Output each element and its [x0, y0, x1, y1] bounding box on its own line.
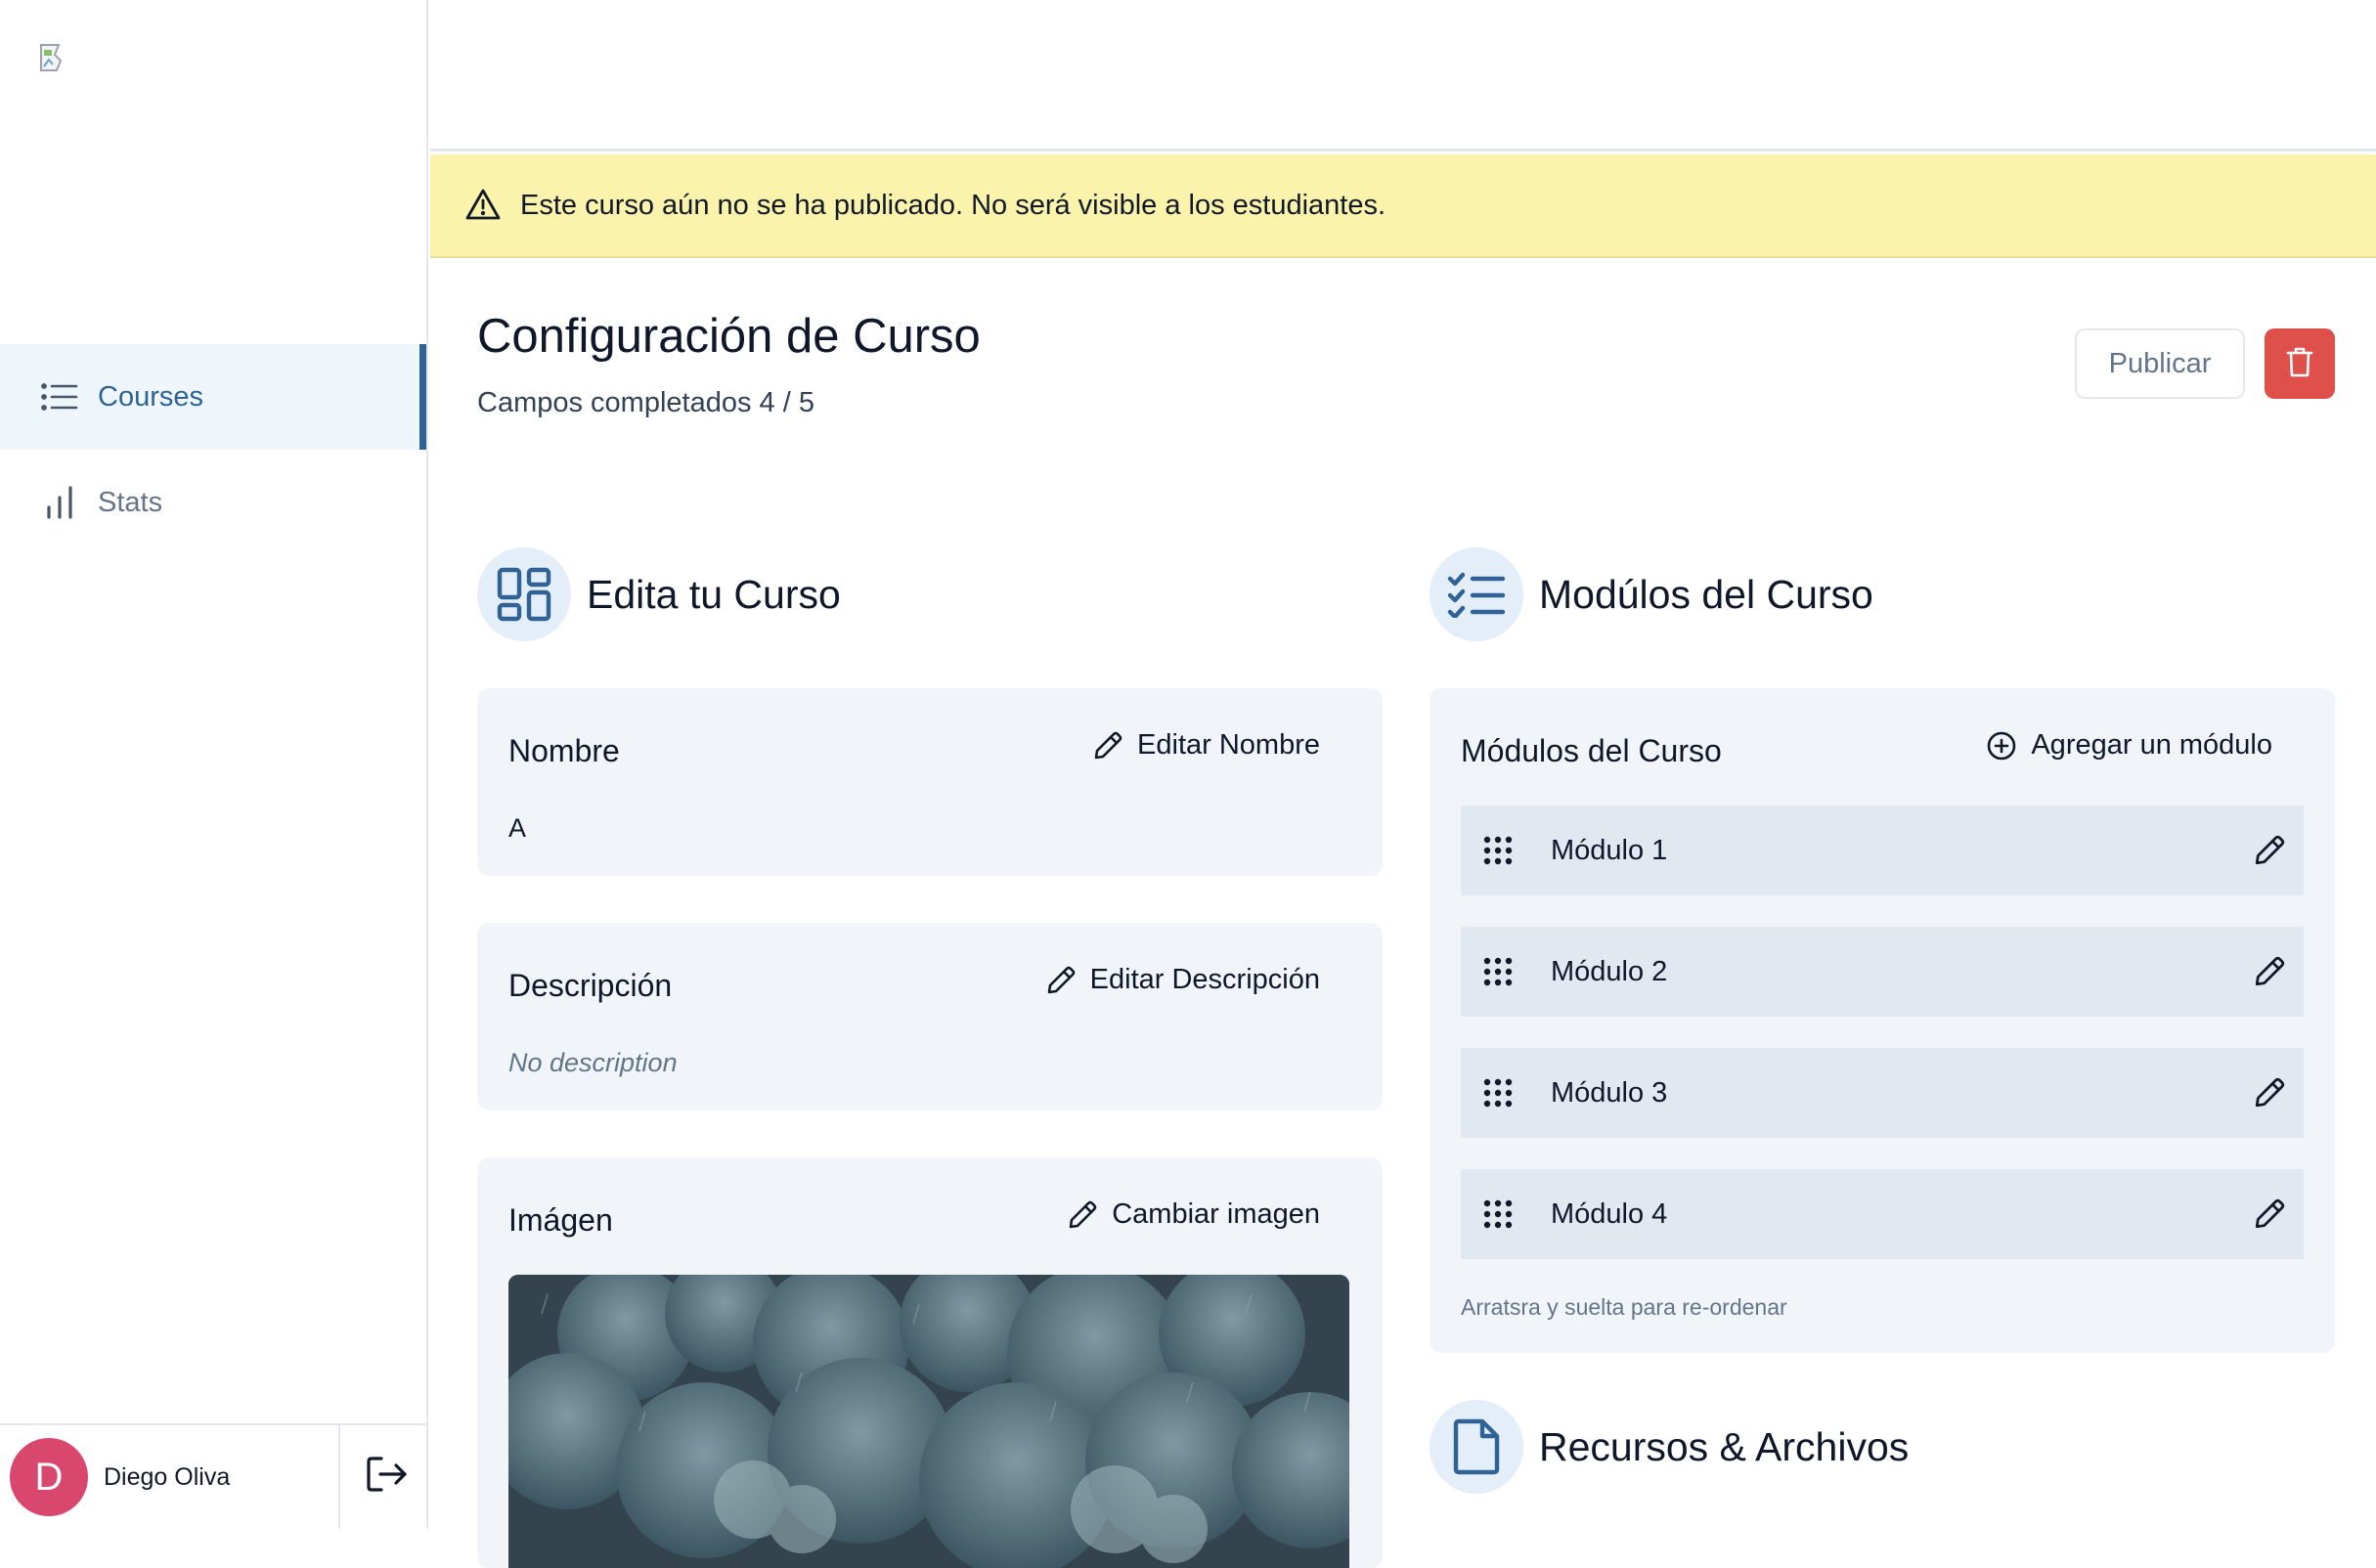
description-card: Descripción Editar Descripción No descri…: [477, 923, 1383, 1111]
pencil-icon: [1067, 1199, 1098, 1231]
file-icon: [1430, 1400, 1523, 1494]
warning-icon: [465, 188, 501, 223]
module-item[interactable]: Módulo 1: [1461, 806, 2304, 895]
edit-course-section-header: Edita tu Curso: [477, 547, 841, 641]
section-title: Recursos & Archivos: [1539, 1423, 1910, 1469]
logo-image: [39, 43, 70, 72]
add-module-label: Agregar un módulo: [2031, 729, 2272, 761]
edit-name-label: Editar Nombre: [1137, 729, 1320, 761]
user-profile[interactable]: D Diego Oliva: [0, 1425, 340, 1529]
avatar: D: [10, 1438, 88, 1516]
module-item[interactable]: Módulo 4: [1461, 1169, 2304, 1259]
user-panel: D Diego Oliva: [0, 1423, 426, 1529]
modules-card: Módulos del Curso Agregar un módulo Módu…: [1430, 688, 2335, 1353]
sidebar-item-label: Courses: [98, 380, 203, 413]
course-description-value: No description: [508, 1048, 678, 1077]
pencil-icon[interactable]: [2253, 955, 2286, 988]
modules-card-title: Módulos del Curso: [1461, 733, 1722, 768]
top-bar: [430, 0, 2376, 152]
pencil-icon: [1092, 730, 1123, 762]
drag-handle-icon[interactable]: [1482, 956, 1514, 987]
completion-progress: Campos completados 4 / 5: [477, 387, 814, 418]
checklist-icon: [1430, 547, 1523, 641]
sidebar: Courses Stats D Diego Oliva: [0, 0, 428, 1529]
module-name: Módulo 4: [1551, 1198, 1668, 1230]
drag-handle-icon[interactable]: [1482, 835, 1514, 866]
module-name: Módulo 1: [1551, 834, 1668, 866]
resources-section-header: Recursos & Archivos: [1430, 1400, 1909, 1494]
plus-circle-icon: [1986, 730, 2017, 762]
edit-description-label: Editar Descripción: [1089, 964, 1320, 995]
change-image-button[interactable]: Cambiar imagen: [1067, 1198, 1320, 1231]
pencil-icon[interactable]: [2253, 834, 2286, 867]
delete-button[interactable]: [2265, 328, 2335, 399]
image-label: Imágen: [508, 1202, 613, 1238]
module-item[interactable]: Módulo 2: [1461, 927, 2304, 1017]
module-item[interactable]: Módulo 3: [1461, 1048, 2304, 1138]
description-label: Descripción: [508, 968, 673, 1003]
edit-name-button[interactable]: Editar Nombre: [1092, 729, 1320, 762]
drag-handle-icon[interactable]: [1482, 1198, 1514, 1230]
name-card: Nombre Editar Nombre A: [477, 688, 1383, 876]
drag-handle-icon[interactable]: [1482, 1077, 1514, 1109]
change-image-label: Cambiar imagen: [1112, 1198, 1320, 1230]
logout-button[interactable]: [362, 1451, 413, 1502]
sidebar-item-stats[interactable]: Stats: [0, 450, 426, 555]
module-name: Módulo 2: [1551, 955, 1668, 987]
section-title: Modúlos del Curso: [1539, 571, 1873, 617]
reorder-hint: Arratsra y suelta para re-ordenar: [1461, 1294, 1787, 1320]
publish-button[interactable]: Publicar: [2075, 328, 2245, 399]
modules-section-header: Modúlos del Curso: [1430, 547, 1873, 641]
logout-icon: [366, 1455, 409, 1499]
sidebar-item-courses[interactable]: Courses: [0, 344, 426, 450]
add-module-button[interactable]: Agregar un módulo: [1986, 729, 2272, 762]
sidebar-item-label: Stats: [98, 486, 163, 518]
trash-icon: [2286, 346, 2313, 382]
pencil-icon: [1045, 965, 1077, 996]
section-title: Edita tu Curso: [587, 571, 841, 617]
unpublished-banner: Este curso aún no se ha publicado. No se…: [430, 154, 2376, 258]
layout-grid-icon: [477, 547, 571, 641]
banner-text: Este curso aún no se ha publicado. No se…: [520, 189, 1386, 221]
course-name-value: A: [508, 813, 527, 843]
edit-description-button[interactable]: Editar Descripción: [1045, 964, 1320, 996]
pencil-icon[interactable]: [2253, 1198, 2286, 1231]
module-name: Módulo 3: [1551, 1076, 1668, 1109]
name-label: Nombre: [508, 733, 620, 768]
user-name: Diego Oliva: [104, 1462, 231, 1491]
list-icon: [41, 378, 78, 415]
bar-chart-icon: [41, 484, 78, 521]
page-title: Configuración de Curso: [477, 310, 981, 363]
image-card: Imágen Cambiar imagen: [477, 1157, 1383, 1568]
pencil-icon[interactable]: [2253, 1076, 2286, 1110]
course-image: [508, 1275, 1349, 1568]
